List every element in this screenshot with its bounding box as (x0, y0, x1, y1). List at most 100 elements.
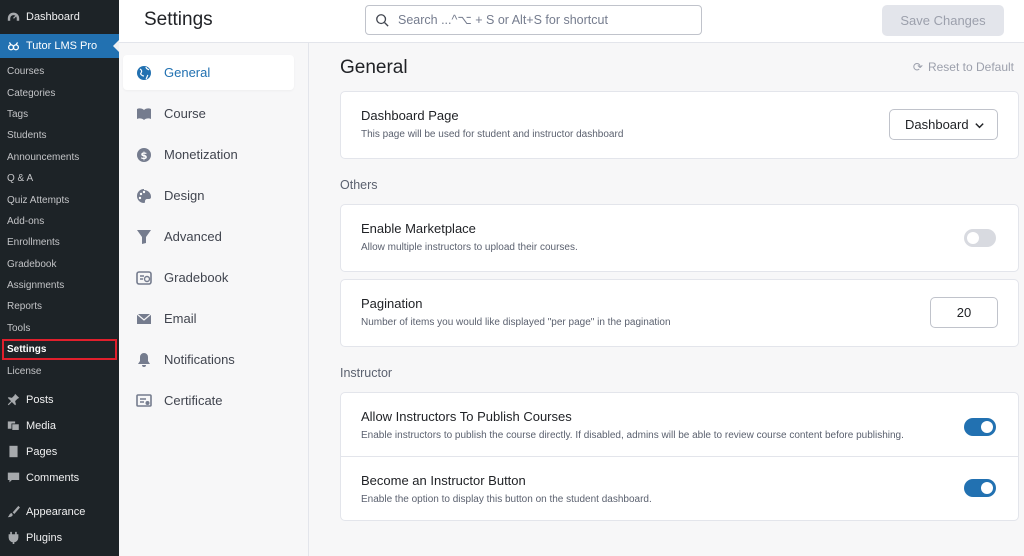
menu-pages-label: Pages (26, 445, 58, 458)
settings-nav-label: Certificate (164, 393, 223, 408)
menu-media-label: Media (26, 419, 56, 432)
tutor-submenu-add-ons[interactable]: Add-ons (0, 211, 119, 232)
dashboard-page-select[interactable]: Dashboard (889, 109, 998, 140)
menu-comments[interactable]: Comments (0, 465, 119, 491)
tutor-submenu-courses[interactable]: Courses (0, 61, 119, 82)
settings-nav-advanced[interactable]: Advanced (123, 219, 294, 254)
certificate-icon (136, 393, 152, 409)
marketplace-row: Enable Marketplace Allow multiple instru… (341, 205, 1018, 271)
menu-tutor-label: Tutor LMS Pro (26, 40, 98, 52)
dashboard-icon (6, 10, 20, 24)
tutor-submenu-announcements[interactable]: Announcements (0, 147, 119, 168)
pagination-row: Pagination Number of items you would lik… (341, 280, 1018, 346)
publish-courses-title: Allow Instructors To Publish Courses (361, 409, 572, 424)
settings-nav-label: General (164, 65, 211, 80)
tutor-submenu-q-a[interactable]: Q & A (0, 168, 119, 189)
dollar-icon: $ (136, 147, 152, 163)
pages-icon (6, 445, 20, 459)
menu-plugins[interactable]: Plugins (0, 525, 119, 551)
settings-nav-label: Course (164, 106, 206, 121)
tutor-submenu-tools[interactable]: Tools (0, 318, 119, 339)
envelope-icon (136, 311, 152, 327)
menu-posts[interactable]: Posts (0, 387, 119, 413)
marketplace-desc: Allow multiple instructors to upload the… (361, 242, 578, 253)
search-input[interactable] (398, 13, 698, 27)
tutor-submenu-quiz-attempts[interactable]: Quiz Attempts (0, 189, 119, 210)
publish-courses-row: Allow Instructors To Publish Courses Ena… (341, 393, 1018, 456)
instructor-button-toggle[interactable] (964, 479, 996, 497)
settings-nav-label: Gradebook (164, 270, 229, 285)
pagination-title: Pagination (361, 296, 423, 311)
pagination-card: Pagination Number of items you would lik… (340, 279, 1019, 347)
pagination-input[interactable] (930, 297, 998, 328)
settings-nav-notifications[interactable]: Notifications (123, 342, 294, 377)
marketplace-card: Enable Marketplace Allow multiple instru… (340, 204, 1019, 272)
settings-nav: General Course $ Monetization Design Advanced… (119, 43, 309, 556)
publish-courses-desc: Enable instructors to publish the course… (361, 430, 904, 441)
menu-appearance-label: Appearance (26, 505, 86, 518)
instructor-card: Allow Instructors To Publish Courses Ena… (340, 392, 1019, 521)
settings-nav-label: Advanced (164, 229, 222, 244)
tutor-submenu-gradebook[interactable]: Gradebook (0, 254, 119, 275)
save-changes-button[interactable]: Save Changes (882, 5, 1004, 36)
settings-nav-course[interactable]: Course (123, 96, 294, 131)
settings-nav-label: Notifications (164, 352, 235, 367)
settings-main: General ⟳ Reset to Default Dashboard Pag… (309, 43, 1024, 556)
dashboard-page-card: Dashboard Page This page will be used fo… (340, 91, 1019, 159)
menu-plugins-label: Plugins (26, 531, 63, 544)
settings-nav-label: Monetization (164, 147, 238, 162)
instructor-section-label: Instructor (340, 366, 393, 380)
settings-nav-certificate[interactable]: Certificate (123, 383, 294, 418)
settings-nav-general[interactable]: General (123, 55, 294, 90)
tutor-submenu-tags[interactable]: Tags (0, 104, 119, 125)
search-icon (375, 13, 389, 27)
wp-bottom-menu: Posts Media Pages Comments Appearance Plugins (0, 387, 119, 551)
menu-dashboard[interactable]: Dashboard (0, 0, 119, 34)
others-section-label: Others (340, 178, 378, 192)
dashboard-page-value: Dashboard (905, 117, 969, 132)
tutor-submenu-license[interactable]: License (0, 360, 119, 381)
filter-icon (136, 229, 152, 245)
tutor-submenu-students[interactable]: Students (0, 125, 119, 146)
gradebook-icon (136, 270, 152, 286)
page-title: Settings (144, 9, 213, 30)
publish-courses-toggle[interactable] (964, 418, 996, 436)
settings-nav-label: Email (164, 311, 197, 326)
menu-pages[interactable]: Pages (0, 439, 119, 465)
dashboard-page-row: Dashboard Page This page will be used fo… (341, 92, 1018, 158)
settings-nav-email[interactable]: Email (123, 301, 294, 336)
reset-to-default-link[interactable]: ⟳ Reset to Default (913, 60, 1014, 74)
reset-icon: ⟳ (912, 60, 923, 74)
tutor-submenu-settings[interactable]: Settings (2, 339, 117, 361)
tutor-submenu-enrollments[interactable]: Enrollments (0, 232, 119, 253)
instructor-button-title: Become an Instructor Button (361, 473, 526, 488)
brush-icon (6, 505, 20, 519)
pin-icon (6, 393, 20, 407)
menu-comments-label: Comments (26, 471, 80, 484)
menu-tutor-lms[interactable]: Tutor LMS Pro (0, 34, 119, 58)
settings-nav-design[interactable]: Design (123, 178, 294, 213)
wp-admin-sidebar: Dashboard Tutor LMS Pro Courses Categorie… (0, 0, 119, 556)
comments-icon (6, 471, 20, 485)
tutor-submenu: Courses Categories Tags Students Announcemen… (0, 58, 119, 382)
tutor-submenu-categories[interactable]: Categories (0, 82, 119, 103)
settings-header: Settings Save Changes (119, 0, 1024, 43)
svg-text:$: $ (141, 151, 148, 162)
marketplace-toggle[interactable] (964, 229, 996, 247)
media-icon (6, 419, 20, 433)
search-box[interactable] (365, 5, 702, 35)
settings-nav-gradebook[interactable]: Gradebook (123, 260, 294, 295)
menu-media[interactable]: Media (0, 413, 119, 439)
reset-label: Reset to Default (927, 60, 1014, 74)
chevron-down-icon (974, 119, 985, 130)
settings-nav-label: Design (164, 188, 205, 203)
globe-icon (136, 65, 152, 81)
settings-nav-monetization[interactable]: $ Monetization (123, 137, 294, 172)
menu-appearance[interactable]: Appearance (0, 499, 119, 525)
instructor-button-desc: Enable the option to display this button… (361, 494, 652, 505)
palette-icon (136, 188, 152, 204)
tutor-submenu-reports[interactable]: Reports (0, 296, 119, 317)
bell-icon (136, 352, 152, 368)
marketplace-title: Enable Marketplace (361, 221, 476, 236)
tutor-submenu-assignments[interactable]: Assignments (0, 275, 119, 296)
